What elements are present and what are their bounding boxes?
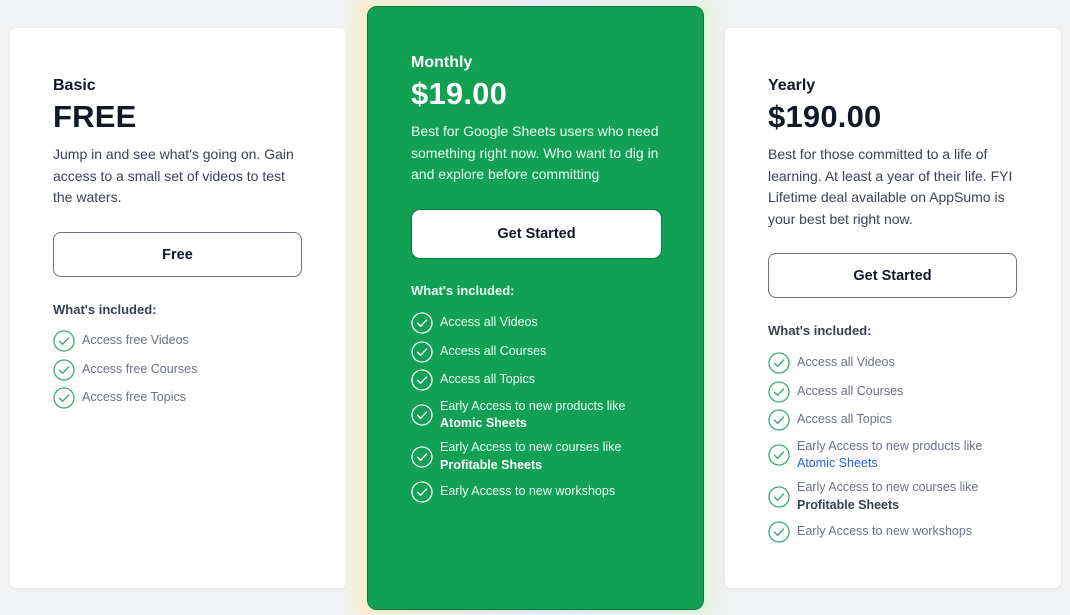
pricing-section: Basic FREE Jump in and see what's going …	[0, 0, 1070, 615]
check-circle-icon	[768, 485, 790, 508]
feature-item: Access free Courses	[53, 358, 303, 381]
feature-label: Early Access to new products like Atomic…	[797, 438, 1018, 473]
feature-label: Early Access to new workshops	[440, 483, 616, 498]
plan-description: Best for those committed to a life of le…	[768, 146, 1013, 227]
check-circle-icon	[53, 330, 75, 352]
check-circle-icon	[411, 480, 433, 503]
check-circle-icon	[411, 369, 433, 391]
feature-product-name: Atomic Sheets	[440, 416, 527, 430]
plan-name: Basic	[53, 77, 96, 94]
feature-label: Access free Videos	[82, 333, 189, 348]
plan-price: $190.00	[768, 99, 882, 134]
check-circle-icon	[768, 380, 790, 403]
check-circle-icon	[53, 358, 75, 381]
feature-list: Access all Videos Access all Courses Acces…	[411, 312, 660, 509]
feature-list: Access all Videos Access all Courses Acces…	[768, 352, 1018, 549]
feature-label: Access all Topics	[797, 412, 892, 427]
plan-name: Yearly	[768, 77, 816, 94]
check-circle-icon	[768, 444, 790, 466]
feature-label: Access all Courses	[797, 383, 904, 398]
feature-item: Access free Topics	[53, 387, 303, 409]
feature-label: Access all Courses	[440, 343, 547, 358]
feature-item: Early Access to new workshops	[768, 520, 1018, 543]
check-circle-icon	[768, 409, 790, 431]
get-started-button[interactable]: Get Started	[411, 209, 662, 259]
plan-card-basic: Basic FREE Jump in and see what's going …	[10, 28, 346, 588]
check-circle-icon	[768, 520, 790, 543]
plan-card-monthly: Monthly $19.00 Best for Google Sheets us…	[367, 6, 704, 610]
feature-item: Access all Videos	[768, 352, 1018, 374]
check-circle-icon	[411, 404, 433, 426]
feature-label: Early Access to new workshops	[797, 523, 973, 538]
feature-item: Access all Courses	[768, 380, 1018, 403]
feature-label-prefix: Early Access to new courses like	[440, 440, 622, 454]
check-circle-icon	[768, 352, 790, 374]
included-title: What's included:	[768, 323, 872, 338]
feature-item: Early Access to new workshops	[411, 480, 660, 503]
free-button[interactable]: Free	[53, 232, 302, 277]
feature-item: Access all Videos	[411, 312, 660, 334]
check-circle-icon	[411, 445, 433, 468]
feature-label: Access all Videos	[440, 315, 538, 330]
plan-name: Monthly	[411, 54, 473, 71]
feature-label: Access free Courses	[82, 361, 198, 376]
feature-label-prefix: Early Access to new products like	[797, 438, 983, 453]
feature-item: Early Access to new courses like Profita…	[411, 439, 660, 474]
feature-label: Early Access to new products like Atomic…	[440, 398, 660, 433]
feature-label: Early Access to new courses like Profita…	[440, 439, 660, 474]
get-started-button[interactable]: Get Started	[768, 253, 1017, 298]
plan-description: Best for Google Sheets users who need so…	[411, 123, 659, 182]
feature-label: Access all Topics	[440, 372, 535, 387]
check-circle-icon	[411, 312, 433, 334]
feature-label: Early Access to new courses like Profita…	[797, 479, 1018, 514]
feature-item: Access all Topics	[411, 369, 660, 391]
feature-item: Early Access to new courses like Profita…	[768, 479, 1018, 514]
plan-price: FREE	[53, 99, 137, 134]
check-circle-icon	[411, 340, 433, 363]
feature-product-name: Profitable Sheets	[440, 457, 543, 472]
feature-item: Access all Courses	[411, 340, 660, 363]
feature-label-prefix: Early Access to new products like	[440, 398, 626, 413]
feature-product-name: Profitable Sheets	[797, 497, 900, 512]
feature-item: Access all Topics	[768, 409, 1018, 431]
feature-label-prefix: Early Access to new courses like	[797, 480, 979, 494]
feature-item: Early Access to new products like Atomic…	[768, 438, 1018, 473]
feature-item: Early Access to new products like Atomic…	[411, 398, 660, 433]
feature-product-link[interactable]: Atomic Sheets	[797, 456, 878, 470]
plan-card-yearly: Yearly $190.00 Best for those committed …	[725, 28, 1061, 588]
included-title: What's included:	[411, 283, 515, 298]
feature-item: Access free Videos	[53, 330, 303, 352]
feature-list: Access free Videos Access free Courses Acc…	[53, 330, 303, 416]
check-circle-icon	[53, 387, 75, 409]
feature-label: Access free Topics	[82, 390, 186, 405]
plan-description: Jump in and see what's going on. Gain ac…	[53, 146, 294, 205]
included-title: What's included:	[53, 302, 157, 317]
feature-label: Access all Videos	[797, 355, 895, 370]
plan-price: $19.00	[411, 76, 508, 111]
